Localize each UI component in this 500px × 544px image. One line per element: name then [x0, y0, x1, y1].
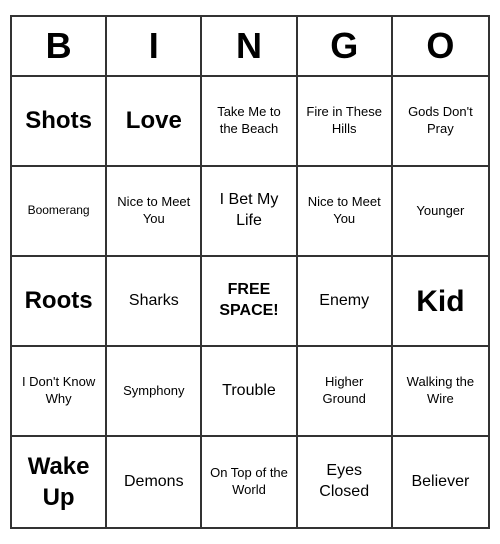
- bingo-cell: I Don't Know Why: [12, 347, 107, 437]
- bingo-header-letter: B: [12, 17, 107, 75]
- bingo-cell: Love: [107, 77, 202, 167]
- bingo-cell: Gods Don't Pray: [393, 77, 488, 167]
- bingo-grid: ShotsLoveTake Me to the BeachFire in The…: [12, 77, 488, 527]
- bingo-cell: Fire in These Hills: [298, 77, 393, 167]
- bingo-cell: Take Me to the Beach: [202, 77, 297, 167]
- bingo-header-letter: I: [107, 17, 202, 75]
- bingo-cell: Sharks: [107, 257, 202, 347]
- bingo-header-letter: G: [298, 17, 393, 75]
- bingo-cell: Trouble: [202, 347, 297, 437]
- bingo-cell: Roots: [12, 257, 107, 347]
- bingo-cell: Shots: [12, 77, 107, 167]
- bingo-cell: Symphony: [107, 347, 202, 437]
- bingo-cell: Enemy: [298, 257, 393, 347]
- bingo-cell: Younger: [393, 167, 488, 257]
- bingo-cell: Demons: [107, 437, 202, 527]
- bingo-cell: Eyes Closed: [298, 437, 393, 527]
- bingo-cell: FREE SPACE!: [202, 257, 297, 347]
- bingo-cell: Walking the Wire: [393, 347, 488, 437]
- bingo-card: BINGO ShotsLoveTake Me to the BeachFire …: [10, 15, 490, 529]
- bingo-cell: I Bet My Life: [202, 167, 297, 257]
- bingo-cell: Kid: [393, 257, 488, 347]
- bingo-cell: On Top of the World: [202, 437, 297, 527]
- bingo-cell: Nice to Meet You: [107, 167, 202, 257]
- bingo-cell: Nice to Meet You: [298, 167, 393, 257]
- bingo-cell: Wake Up: [12, 437, 107, 527]
- bingo-header-letter: O: [393, 17, 488, 75]
- bingo-header: BINGO: [12, 17, 488, 77]
- bingo-cell: Boomerang: [12, 167, 107, 257]
- bingo-cell: Higher Ground: [298, 347, 393, 437]
- bingo-cell: Believer: [393, 437, 488, 527]
- bingo-header-letter: N: [202, 17, 297, 75]
